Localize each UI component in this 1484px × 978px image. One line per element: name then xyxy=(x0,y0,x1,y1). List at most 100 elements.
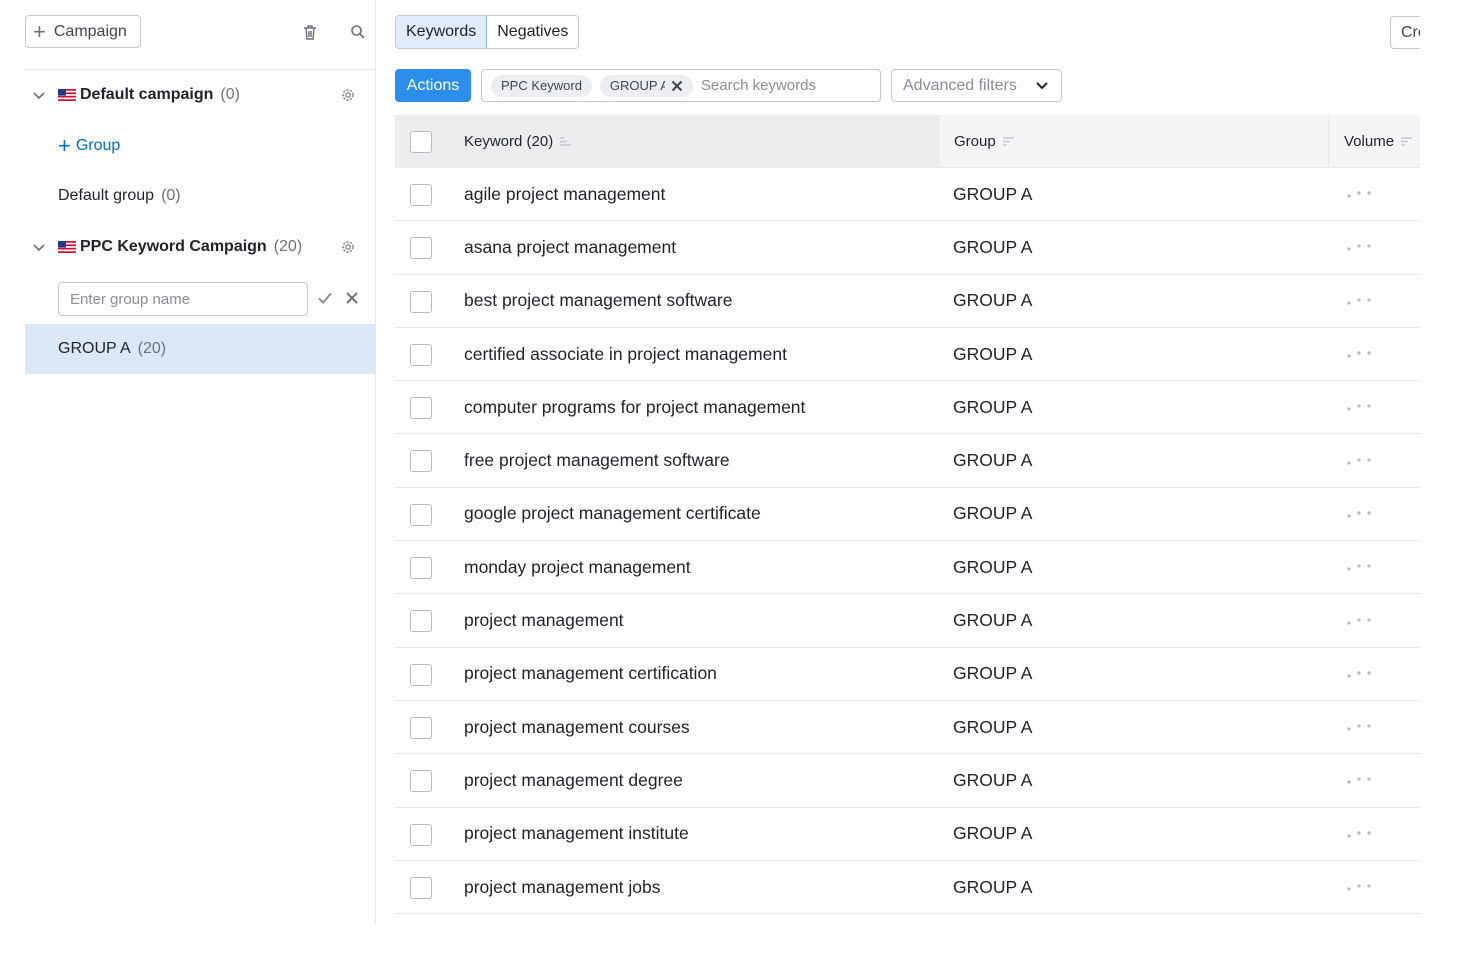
group-cell: GROUP A xyxy=(953,556,1033,577)
filter-chip-label: GROUP A xyxy=(609,78,665,93)
group-item-default[interactable]: Default group (0) xyxy=(25,171,376,221)
loading-dots-icon xyxy=(1347,617,1371,625)
keywords-table: Keyword (20) Group Volume agile project … xyxy=(395,115,1420,915)
plus-icon: + xyxy=(58,133,71,158)
search-icon[interactable] xyxy=(346,20,370,44)
table-row: google project management certificate GR… xyxy=(395,488,1420,542)
keyword-cell: free project management software xyxy=(464,450,730,471)
row-checkbox[interactable] xyxy=(410,876,432,899)
group-cell: GROUP A xyxy=(953,876,1033,897)
chevron-down-icon[interactable] xyxy=(32,240,46,254)
keyword-cell: computer programs for project management xyxy=(464,396,806,417)
us-flag-icon xyxy=(58,89,76,101)
campaign-item-ppc-keyword[interactable]: PPC Keyword Campaign (20) xyxy=(25,222,376,272)
keyword-cell: project management xyxy=(464,610,624,631)
row-checkbox[interactable] xyxy=(410,503,432,526)
add-group-button[interactable]: + Group xyxy=(25,121,376,171)
add-group-label: Group xyxy=(75,137,121,154)
keyword-cell: project management courses xyxy=(464,716,690,737)
table-row: project management degree GROUP A xyxy=(395,754,1420,808)
loading-dots-icon xyxy=(1347,777,1371,785)
trash-icon[interactable] xyxy=(298,20,322,44)
row-checkbox[interactable] xyxy=(410,450,432,473)
row-checkbox[interactable] xyxy=(410,663,432,686)
loading-dots-icon xyxy=(1347,564,1371,571)
sort-icon[interactable] xyxy=(559,136,572,147)
gear-icon[interactable] xyxy=(339,86,357,104)
keyword-search-input[interactable] xyxy=(700,77,871,94)
table-row: best project management software GROUP A xyxy=(395,275,1420,328)
keyword-cell: best project management software xyxy=(464,290,733,311)
check-icon[interactable] xyxy=(316,289,334,307)
group-name: Default group xyxy=(58,187,155,204)
group-name-input[interactable] xyxy=(58,282,308,316)
keyword-filter-box[interactable]: PPC Keyword GROUP A xyxy=(481,69,881,102)
keyword-cell: asana project management xyxy=(464,236,677,257)
volume-cell xyxy=(1346,861,1372,913)
group-item-group-a[interactable]: GROUP A (20) xyxy=(25,324,376,374)
advanced-filters-dropdown[interactable]: Advanced filters xyxy=(891,69,1062,102)
row-checkbox[interactable] xyxy=(410,237,432,260)
loading-dots-icon xyxy=(1347,351,1371,358)
keyword-cell: agile project management xyxy=(464,183,666,204)
loading-dots-icon xyxy=(1347,511,1371,518)
new-group-form xyxy=(25,273,376,323)
actions-button[interactable]: Actions xyxy=(395,69,471,102)
table-body: agile project management GROUP A asana p… xyxy=(395,168,1420,915)
volume-cell xyxy=(1346,808,1372,860)
column-header-keyword[interactable]: Keyword (20) xyxy=(448,115,938,168)
close-icon[interactable] xyxy=(343,289,361,307)
row-checkbox[interactable] xyxy=(410,184,432,206)
keyword-cell: monday project management xyxy=(464,556,691,577)
loading-dots-icon xyxy=(1347,244,1371,252)
table-row: certified associate in project managemen… xyxy=(395,328,1420,382)
select-all-checkbox[interactable] xyxy=(410,131,432,153)
row-checkbox[interactable] xyxy=(410,397,432,420)
sort-icon[interactable] xyxy=(1002,136,1015,147)
loading-dots-icon xyxy=(1347,404,1371,411)
row-checkbox[interactable] xyxy=(410,343,432,366)
loading-dots-icon xyxy=(1347,724,1371,731)
row-checkbox[interactable] xyxy=(410,823,432,846)
tab-keywords[interactable]: Keywords xyxy=(396,16,488,48)
keyword-cell: project management certification xyxy=(464,663,717,684)
loading-dots-icon xyxy=(1347,298,1371,305)
filter-chip-campaign[interactable]: PPC Keyword xyxy=(491,74,592,97)
add-campaign-button[interactable]: + Campaign xyxy=(25,15,141,48)
create-button[interactable]: Cre xyxy=(1390,16,1420,49)
volume-cell xyxy=(1346,328,1372,380)
filter-chip-group[interactable]: GROUP A xyxy=(599,74,693,97)
row-checkbox[interactable] xyxy=(410,610,432,633)
sidebar-toolbar: + Campaign xyxy=(25,0,376,70)
column-header-group[interactable]: Group xyxy=(938,115,1328,168)
group-cell: GROUP A xyxy=(953,396,1033,417)
volume-cell xyxy=(1346,381,1372,433)
table-row: monday project management GROUP A xyxy=(395,541,1420,595)
table-header: Keyword (20) Group Volume xyxy=(395,115,1420,168)
us-flag-icon xyxy=(58,241,76,253)
column-header-volume[interactable]: Volume xyxy=(1328,115,1420,168)
row-checkbox[interactable] xyxy=(410,716,432,739)
row-checkbox[interactable] xyxy=(410,770,432,793)
loading-dots-icon xyxy=(1347,458,1371,465)
group-cell: GROUP A xyxy=(953,663,1033,684)
sort-icon[interactable] xyxy=(1400,136,1413,147)
gear-icon[interactable] xyxy=(339,238,357,256)
keyword-cell: google project management certificate xyxy=(464,503,761,524)
chevron-down-icon[interactable] xyxy=(32,88,46,102)
row-checkbox[interactable] xyxy=(410,557,432,580)
tab-negatives[interactable]: Negatives xyxy=(487,16,579,48)
table-row: project management courses GROUP A xyxy=(395,701,1420,755)
row-checkbox[interactable] xyxy=(410,290,432,313)
add-campaign-label: Campaign xyxy=(53,22,127,40)
campaign-name: Default campaign xyxy=(80,86,214,103)
table-row: project management certification GROUP A xyxy=(395,648,1420,701)
group-cell: GROUP A xyxy=(953,716,1033,737)
campaign-item-default[interactable]: Default campaign (0) xyxy=(25,70,376,120)
volume-cell xyxy=(1346,221,1372,273)
close-icon[interactable] xyxy=(671,80,683,92)
group-count: (0) xyxy=(161,187,181,204)
group-cell: GROUP A xyxy=(953,503,1033,524)
volume-cell xyxy=(1346,754,1372,806)
campaign-sidebar: + Campaign Default campaign (0) + Group D… xyxy=(25,0,376,925)
